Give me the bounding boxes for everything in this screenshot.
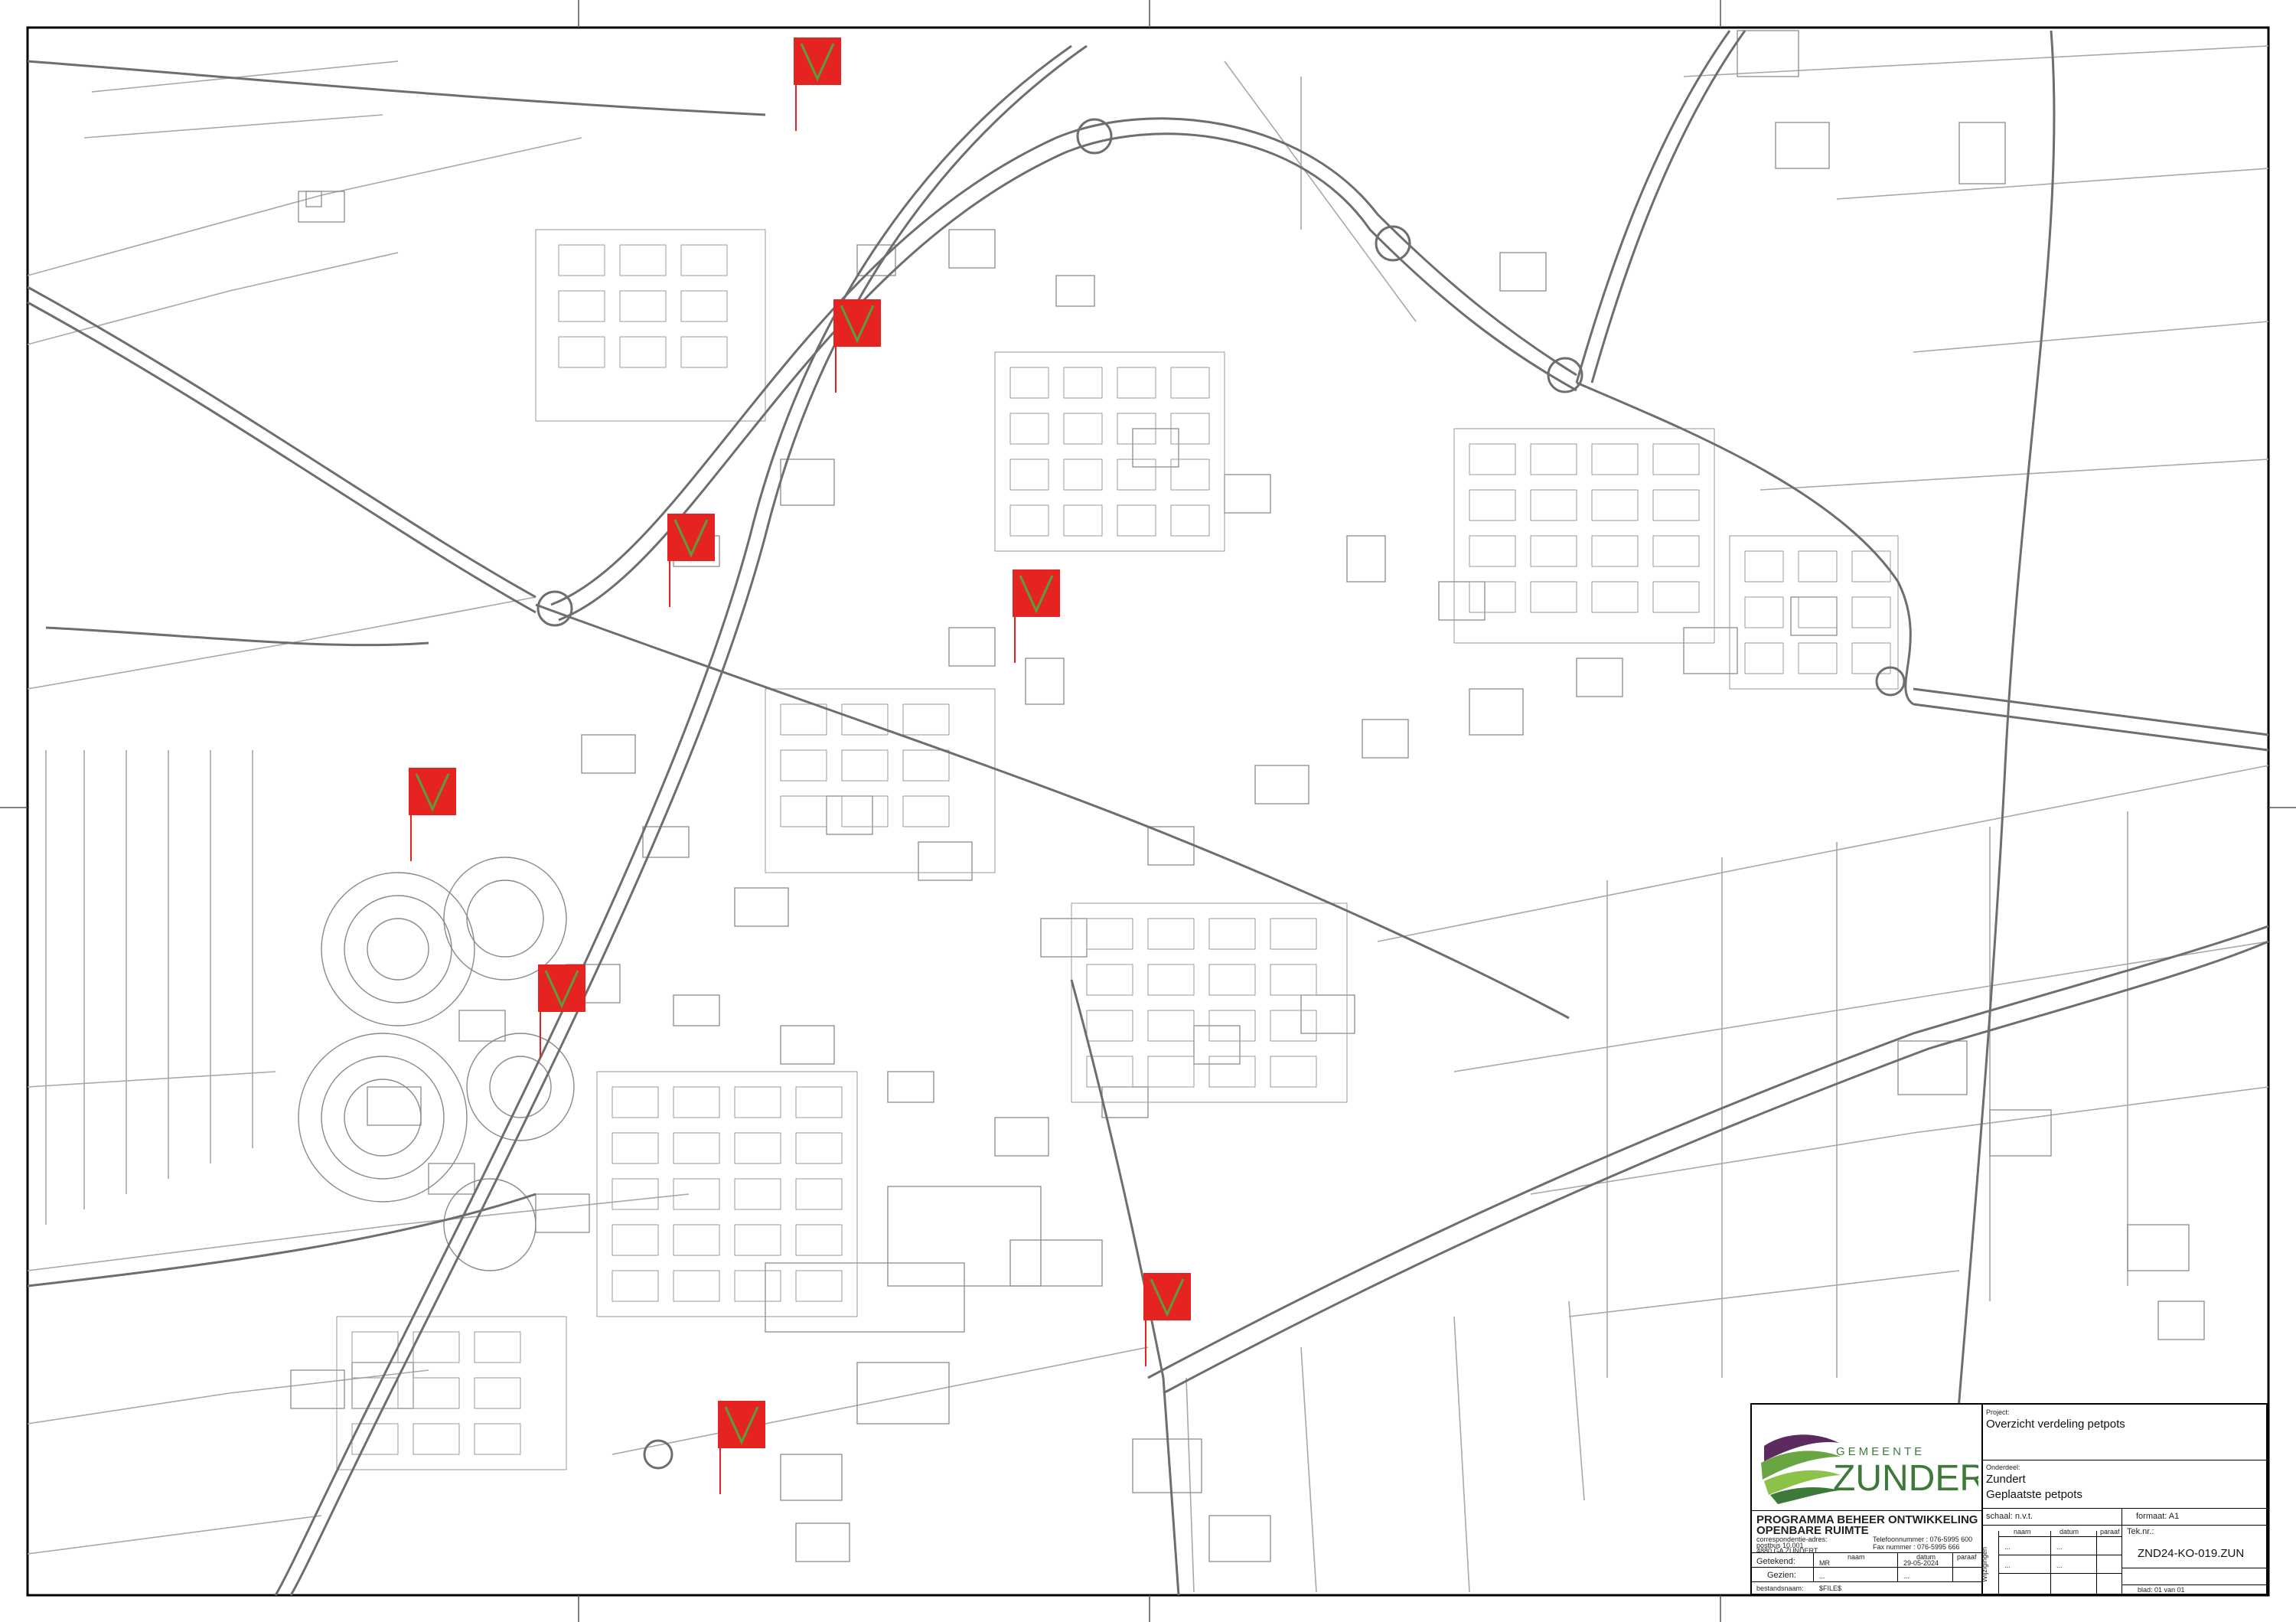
residential-circles [298, 857, 575, 1271]
wijz-row: ... [2056, 1543, 2063, 1551]
tb-divider [1998, 1573, 2122, 1574]
petpot-marker[interactable] [833, 299, 881, 347]
tb-divider [1952, 1552, 1953, 1581]
petpot-marker[interactable] [667, 514, 715, 561]
building-blocks [290, 30, 2205, 1562]
address-line2: 4880 GA ZUNDERT [1756, 1547, 1818, 1555]
main-roads [27, 30, 2269, 1596]
gezien-naam: ... [1819, 1572, 1825, 1580]
wijz-col-naam: naam [2014, 1528, 2031, 1536]
wijz-col-datum: datum [2060, 1528, 2079, 1536]
col-naam: naam [1848, 1553, 1865, 1561]
petpot-marker[interactable] [794, 38, 841, 85]
project-value: Overzicht verdeling petpots [1986, 1418, 2125, 1431]
marker-leader-line [1145, 1320, 1146, 1366]
petpot-marker[interactable] [409, 768, 456, 815]
getekend-datum: 29-05-2024 [1903, 1559, 1939, 1567]
teknr-value: ZND24-KO-019.ZUN [2138, 1547, 2245, 1560]
logo-name: ZUNDERT [1833, 1458, 1978, 1499]
tb-divider [1813, 1552, 1814, 1581]
bestandsnaam-value: $FILE$ [1819, 1584, 1842, 1592]
teknr-label: Tek.nr.: [2127, 1527, 2154, 1536]
petpot-marker[interactable] [1143, 1273, 1191, 1320]
getekend-label: Getekend: [1756, 1557, 1795, 1566]
marker-leader-line [835, 347, 837, 393]
org-line2: OPENBARE RUIMTE [1756, 1524, 1869, 1537]
check-v-icon [840, 305, 875, 344]
zundert-logo: GEMEENTE ZUNDERT [1761, 1434, 1978, 1504]
tb-divider [2050, 1531, 2051, 1594]
tb-divider [2122, 1584, 2266, 1585]
onderdeel-value1: Zundert [1986, 1473, 2026, 1486]
tb-divider [1752, 1510, 1981, 1511]
marker-leader-line [540, 1012, 541, 1058]
roundabouts [536, 118, 1906, 1470]
project-label: Project: [1986, 1408, 2010, 1416]
check-v-icon [1019, 575, 1054, 614]
sheet-border [26, 26, 2270, 1597]
petpot-marker[interactable] [1013, 569, 1060, 617]
check-v-icon [800, 43, 835, 82]
getekend-naam: MR [1819, 1559, 1830, 1567]
fax-label: Fax nummer : 076-5995 666 [1873, 1543, 1960, 1551]
marker-leader-line [795, 85, 797, 131]
tb-divider [1998, 1536, 2122, 1537]
marker-leader-line [669, 561, 670, 607]
marker-leader-line [719, 1448, 721, 1494]
petpot-marker[interactable] [718, 1401, 765, 1448]
schaal-label: schaal: n.v.t. [1986, 1512, 2033, 1521]
residential-grid [336, 229, 1899, 1470]
wijzigingen-label: Wijzigingen [1981, 1546, 1988, 1582]
wijz-row: ... [2004, 1543, 2011, 1551]
gezien-datum: ... [1903, 1572, 1910, 1580]
tb-divider [1752, 1581, 1981, 1582]
wijz-row: ... [2004, 1562, 2011, 1569]
tb-divider [1998, 1531, 1999, 1594]
tb-divider [1981, 1508, 2266, 1509]
marker-leader-line [1014, 617, 1016, 663]
onderdeel-value2: Geplaatste petpots [1986, 1488, 2082, 1501]
check-v-icon [544, 970, 579, 1009]
onderdeel-label: Onderdeel: [1986, 1464, 2020, 1471]
check-v-icon [1150, 1278, 1185, 1317]
map-sheet [0, 0, 2296, 1622]
formaat-label: formaat: A1 [2136, 1512, 2180, 1521]
check-v-icon [673, 519, 709, 558]
tb-divider [1981, 1525, 2266, 1526]
wijz-row: ... [2056, 1562, 2063, 1569]
petpot-marker[interactable] [538, 964, 585, 1012]
blad-label: blad: 01 van 01 [2138, 1586, 2185, 1594]
parcel-lines [27, 45, 2269, 1593]
logo-top-text: GEMEENTE [1836, 1445, 1925, 1458]
gezien-label: Gezien: [1767, 1571, 1796, 1580]
bestandsnaam-label: bestandsnaam: [1756, 1584, 1804, 1592]
col-paraaf: paraaf [1957, 1553, 1977, 1561]
phone-label: Telefoonnummer : 076-5995 600 [1873, 1536, 1973, 1543]
wijz-col-paraaf: paraaf [2100, 1528, 2120, 1536]
title-block: GEMEENTE ZUNDERT PROGRAMMA BEHEER ONTWIK… [1750, 1403, 2268, 1595]
check-v-icon [415, 773, 450, 812]
marker-leader-line [410, 815, 412, 861]
tb-divider [1752, 1567, 1981, 1568]
check-v-icon [724, 1406, 759, 1445]
tb-divider [2096, 1531, 2097, 1594]
tb-divider [1897, 1552, 1898, 1581]
